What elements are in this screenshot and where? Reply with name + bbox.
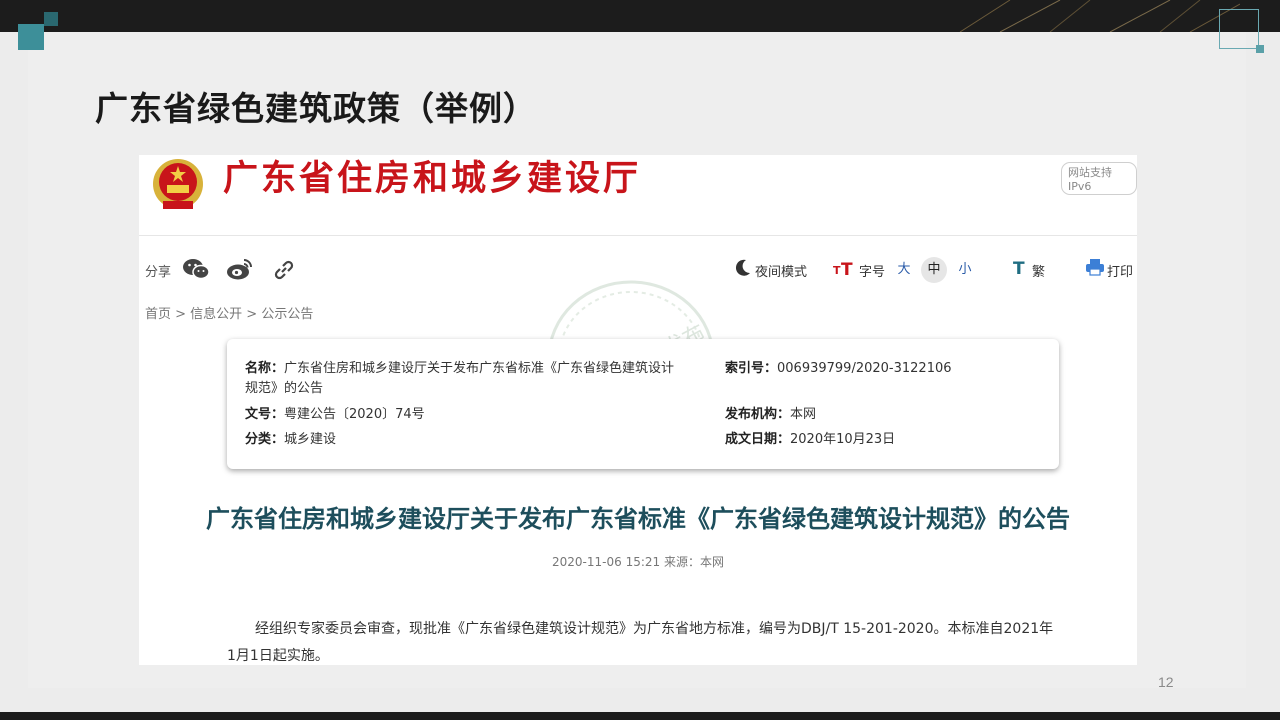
- date-label: 成文日期：: [725, 432, 791, 447]
- font-size-label: 字号: [859, 265, 886, 280]
- page-number: 12: [1158, 674, 1174, 690]
- name-value-line1: 广东省住房和城乡建设厅关于发布广东省标准《广东省绿色建筑设计: [284, 361, 675, 376]
- teal-square-decoration: [18, 24, 44, 50]
- name-label: 名称：: [245, 361, 285, 376]
- category-value: 城乡建设: [284, 432, 337, 447]
- traditional-chinese-icon: T: [1013, 259, 1029, 277]
- font-size-icon: T T: [833, 259, 857, 277]
- index-value: 006939799/2020-3122106: [777, 361, 952, 376]
- font-size-small-button[interactable]: 小: [952, 257, 978, 283]
- website-screenshot: 广东省住房和城乡建设厅 网站支持IPv6 分享 夜间模式 T T 字号 大 中 …: [139, 155, 1137, 665]
- header-divider: [139, 235, 1137, 236]
- link-icon[interactable]: [272, 258, 296, 282]
- article-body-line2: 1月1日起实施。: [227, 648, 329, 664]
- font-size-medium-button[interactable]: 中: [921, 257, 947, 283]
- outline-square-decoration: [1219, 9, 1259, 49]
- publisher-value: 本网: [790, 407, 817, 422]
- article-meta: 2020-11-06 15:21 来源：本网: [552, 555, 724, 569]
- svg-text:T: T: [1013, 259, 1025, 277]
- index-label: 索引号：: [725, 361, 778, 376]
- teal-dot-decoration: [1256, 45, 1264, 53]
- svg-text:T: T: [841, 260, 853, 277]
- top-dark-bar: [0, 0, 1280, 32]
- article-headline: 广东省住房和城乡建设厅关于发布广东省标准《广东省绿色建筑设计规范》的公告: [206, 505, 1070, 533]
- slide-title: 广东省绿色建筑政策（举例）: [95, 89, 537, 128]
- share-label: 分享: [145, 265, 172, 280]
- date-field: 成文日期：2020年10月23日: [725, 430, 895, 450]
- decorative-lines: [959, 0, 1240, 32]
- font-size-large-button[interactable]: 大: [891, 257, 917, 283]
- wechat-icon[interactable]: [182, 257, 210, 281]
- doc-number-label: 文号：: [245, 407, 285, 422]
- category-label: 分类：: [245, 432, 285, 447]
- ipv6-badge: 网站支持IPv6: [1061, 162, 1137, 195]
- moon-icon[interactable]: [735, 259, 751, 277]
- index-field: 索引号：006939799/2020-3122106: [725, 359, 952, 379]
- breadcrumb: 首页 > 信息公开 > 公示公告: [145, 307, 314, 322]
- national-emblem-icon: [153, 159, 203, 209]
- date-value: 2020年10月23日: [790, 432, 896, 447]
- site-name: 广东省住房和城乡建设厅: [223, 159, 642, 199]
- publisher-field: 发布机构：本网: [725, 405, 816, 425]
- name-value-line2: 规范》的公告: [245, 381, 324, 396]
- publisher-label: 发布机构：: [725, 407, 791, 422]
- svg-text:T: T: [833, 264, 841, 277]
- teal-small-square-decoration: [44, 12, 58, 26]
- bottom-dark-bar: [0, 712, 1280, 720]
- traditional-chinese-button[interactable]: 繁: [1032, 261, 1045, 280]
- name-field: 名称：广东省住房和城乡建设厅关于发布广东省标准《广东省绿色建筑设计 规范》的公告: [245, 359, 715, 399]
- doc-number-field: 文号：粤建公告〔2020〕74号: [245, 405, 425, 425]
- document-info-card: 名称：广东省住房和城乡建设厅关于发布广东省标准《广东省绿色建筑设计 规范》的公告…: [227, 339, 1059, 469]
- category-field: 分类：城乡建设: [245, 430, 336, 450]
- weibo-icon[interactable]: [226, 257, 254, 281]
- print-button[interactable]: 打印: [1107, 261, 1133, 280]
- article-body-line1: 经组织专家委员会审查，现批准《广东省绿色建筑设计规范》为广东省地方标准，编号为D…: [255, 621, 1054, 637]
- doc-number-value: 粤建公告〔2020〕74号: [284, 407, 425, 422]
- printer-icon[interactable]: [1085, 258, 1105, 276]
- night-mode-button[interactable]: 夜间模式: [755, 261, 807, 280]
